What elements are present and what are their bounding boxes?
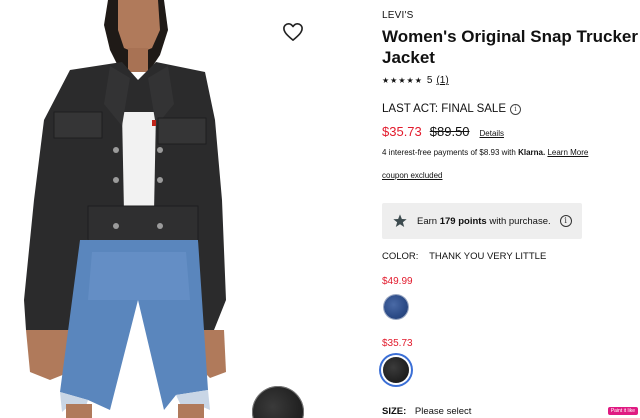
rating-row[interactable]: ★★★★★ 5 (1) xyxy=(382,75,449,86)
size-value: Please select xyxy=(414,406,472,417)
size-row[interactable]: SIZE: Please select xyxy=(382,406,471,417)
brand-name[interactable]: LEVI'S xyxy=(382,10,413,21)
product-image-area xyxy=(0,0,330,418)
rewards-points: 179 points xyxy=(439,215,487,227)
color-label: COLOR: xyxy=(382,251,419,262)
klarna-brand: Klarna. xyxy=(518,148,546,157)
wishlist-heart-icon[interactable] xyxy=(282,22,304,42)
sale-price: $35.73 xyxy=(382,124,422,139)
rating-stars-icon: ★★★★★ xyxy=(382,76,423,85)
rewards-text: Earn 179 points with purchase. xyxy=(417,215,551,227)
product-photo xyxy=(24,0,226,418)
rewards-banner: Earn 179 points with purchase. i xyxy=(382,203,582,239)
product-page: LEVI'S Women's Original Snap Trucker Jac… xyxy=(0,0,640,418)
color-swatch-blue[interactable] xyxy=(384,295,408,319)
rating-value: 5 xyxy=(426,75,433,86)
paint-it-badge[interactable]: Paint it like xyxy=(607,407,638,415)
star-icon xyxy=(393,214,407,227)
coupon-excluded-link[interactable]: coupon excluded xyxy=(382,171,443,180)
color-value: THANK YOU VERY LITTLE xyxy=(429,251,547,262)
original-price: $89.50 xyxy=(429,124,470,139)
price-row: $35.73 $89.50 Details xyxy=(382,124,504,139)
color-swatch-black-selected[interactable] xyxy=(383,357,409,383)
rewards-info-icon[interactable]: i xyxy=(559,215,572,227)
price-details-link[interactable]: Details xyxy=(480,129,504,138)
sale-label-text: LAST ACT: FINAL SALE xyxy=(382,103,506,115)
klarna-text: 4 interest-free payments of $8.93 with xyxy=(382,148,519,157)
product-title: Women's Original Snap Trucker Jacket xyxy=(382,27,638,67)
size-label: SIZE: xyxy=(382,406,407,417)
sale-label: LAST ACT: FINAL SALE i xyxy=(382,103,521,115)
color-row: COLOR: THANK YOU VERY LITTLE xyxy=(382,251,546,262)
klarna-learn-more-link[interactable]: Learn More xyxy=(547,148,588,157)
swatch-price-blue: $49.99 xyxy=(382,276,413,287)
rating-count-link[interactable]: (1) xyxy=(436,75,448,86)
swatch-price-black: $35.73 xyxy=(382,338,413,349)
klarna-installments: 4 interest-free payments of $8.93 with K… xyxy=(382,148,588,157)
info-icon[interactable]: i xyxy=(510,103,521,115)
